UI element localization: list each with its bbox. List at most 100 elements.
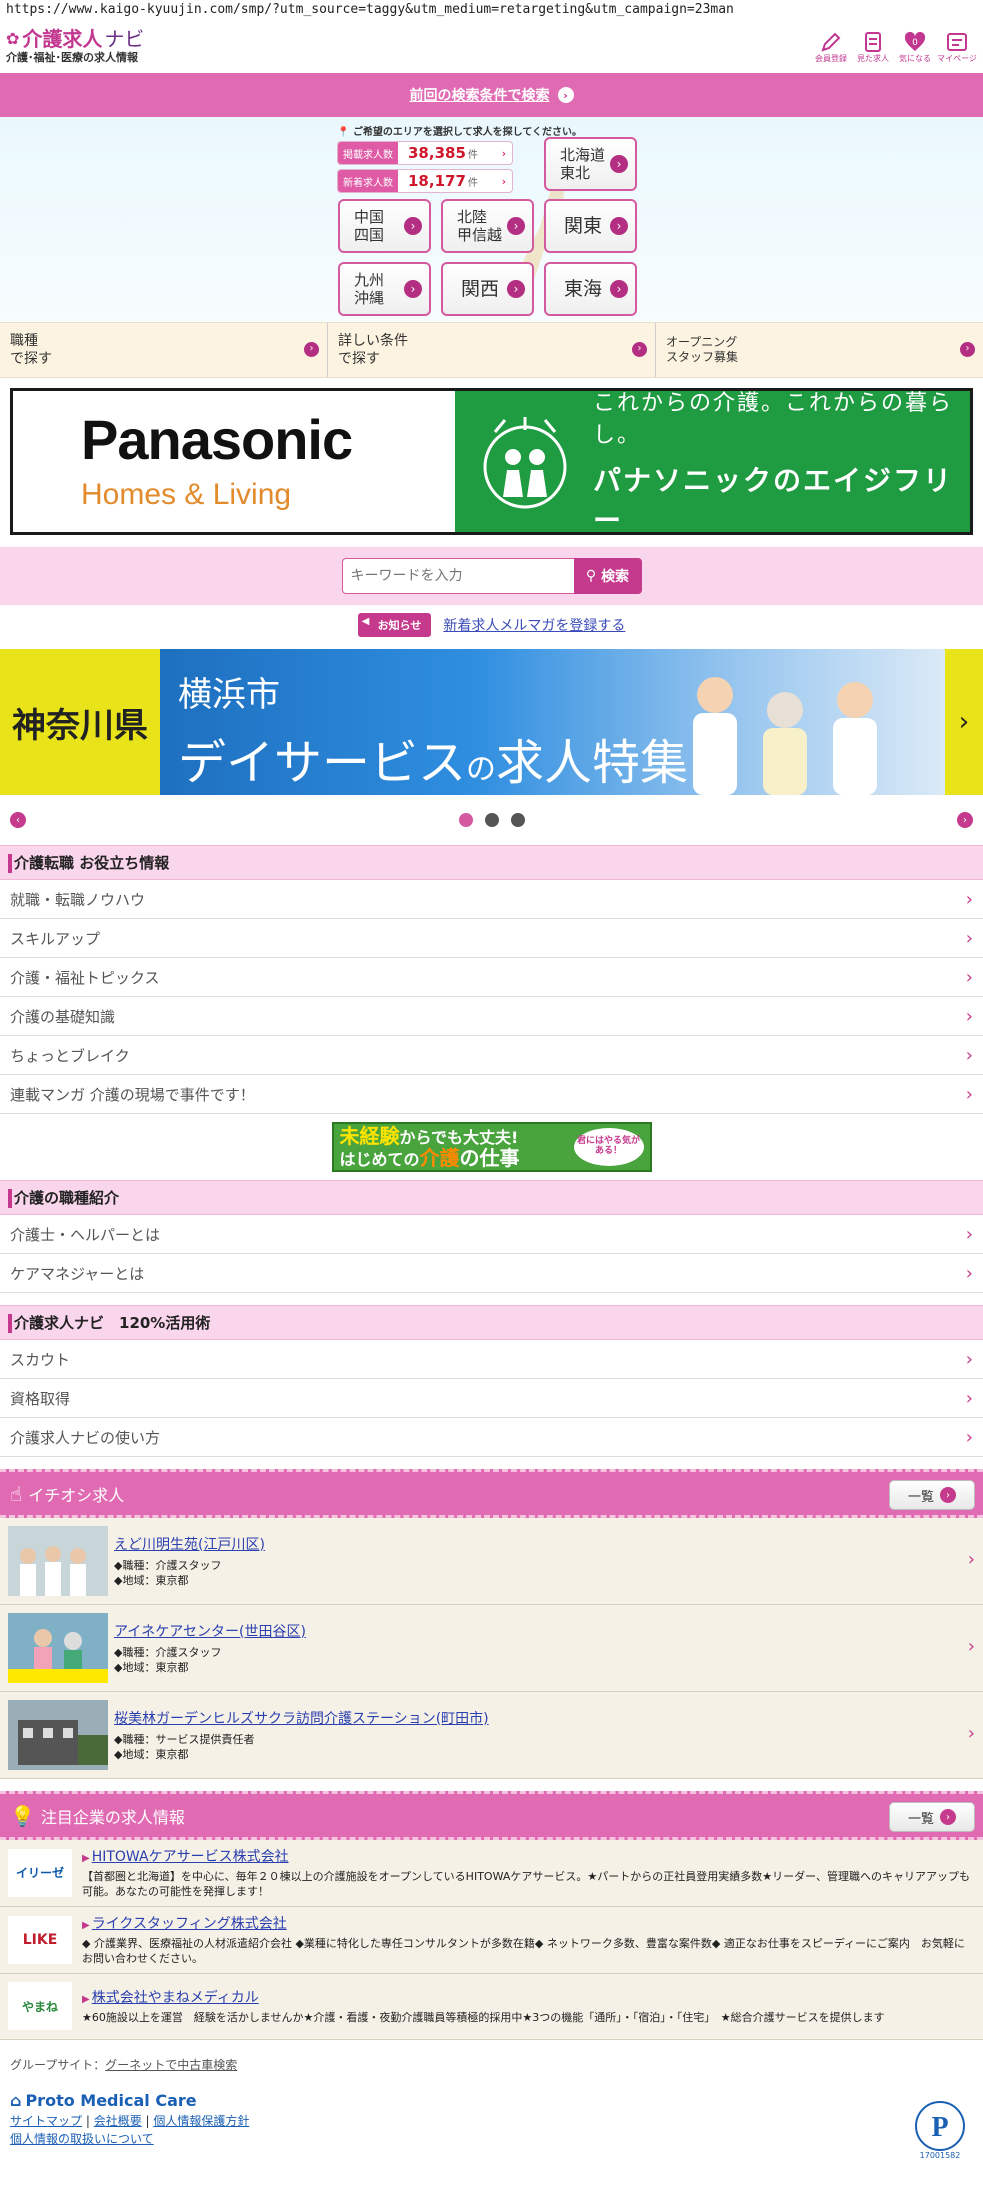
chevron-right-icon: › (965, 888, 973, 910)
privacy-policy-link[interactable]: 個人情報保護方針 (153, 2114, 249, 2128)
age-free-emblem-icon (483, 416, 567, 508)
beginner-banner[interactable]: 未経験からでも大丈夫! はじめての介護の仕事 君にはやる気がある！ (331, 1122, 652, 1172)
region-kyushu-okinawa[interactable]: 九州 沖縄 › (338, 262, 431, 316)
search-opening-staff[interactable]: オープニング スタッフ募集 › (656, 323, 983, 377)
new-jobs-count[interactable]: 新着求人数 18,177 件 › (337, 169, 513, 193)
companies-all-button[interactable]: 一覧 › (889, 1802, 975, 1832)
svg-text:P: P (931, 2112, 948, 2143)
list-item[interactable]: 就職・転職ノウハウ › (0, 880, 983, 919)
job-title-link[interactable]: アイネケアセンター(世田谷区) (114, 1621, 306, 1641)
area-hint: 📍 ご希望のエリアを選択して求人を探してください。 (337, 127, 583, 138)
favorites-button[interactable]: 0 気になる (895, 30, 935, 64)
company-logo: LIKE (8, 1915, 72, 1964)
privacy-handling-link[interactable]: 個人情報の取扱いについて (10, 2132, 154, 2146)
search-by-conditions[interactable]: 詳しい条件 で探す › (328, 323, 656, 377)
region-hokuriku[interactable]: 北陸 甲信越 › (441, 199, 534, 253)
address-bar[interactable]: https://www.kaigo-kyuujin.com/smp/?utm_s… (0, 0, 983, 21)
region-hokkaido-tohoku[interactable]: 北海道 東北 › (544, 137, 637, 191)
chevron-right-icon: › (632, 342, 647, 357)
pointing-hand-icon: ☝ (10, 1481, 23, 1506)
chevron-right-icon: › (965, 1083, 973, 1105)
pencil-icon (821, 32, 841, 52)
job-type: ◆職種：介護スタッフ (114, 1558, 222, 1572)
list-item[interactable]: 介護求人ナビの使い方 › (0, 1418, 983, 1457)
list-item[interactable]: スカウト › (0, 1340, 983, 1379)
list-item[interactable]: 介護の基礎知識 › (0, 997, 983, 1036)
job-type: ◆職種：サービス提供責任者 (114, 1732, 255, 1746)
chevron-right-icon: › (404, 217, 422, 235)
company-description: 【首都圏と北海道】を中心に、毎年２０棟以上の介護施設をオープンしているHITOW… (82, 1870, 970, 1899)
slider-prev-button[interactable]: ‹ (10, 812, 26, 828)
mypage-button[interactable]: マイページ (937, 30, 977, 64)
chevron-right-icon: › (960, 342, 975, 357)
region-kansai[interactable]: 関西 › (441, 262, 534, 316)
search-by-job-type[interactable]: 職種 で探す › (0, 323, 328, 377)
list-item[interactable]: 介護・福祉トピックス › (0, 958, 983, 997)
slider-dot-1[interactable] (458, 813, 473, 827)
slider-title-2: デイサービスの求人特集 (178, 735, 689, 791)
job-card[interactable]: 桜美林ガーデンヒルズサクラ訪問介護ステーション(町田市) ◆職種：サービス提供責… (0, 1692, 983, 1779)
pin-icon: 📍 (337, 127, 350, 138)
search-icon: ⚲ (585, 568, 597, 584)
search-options: 職種 で探す › 詳しい条件 で探す › オープニング スタッフ募集 › (0, 322, 983, 378)
job-type: ◆職種：介護スタッフ (114, 1645, 222, 1659)
slider-banner[interactable]: 横浜市 デイサービスの求人特集 (160, 649, 945, 795)
slider-next-button[interactable]: › (957, 812, 973, 828)
goo-net-link[interactable]: グーネットで中古車検索 (105, 2058, 237, 2072)
listed-jobs-count[interactable]: 掲載求人数 38,385 件 › (337, 141, 513, 165)
list-item[interactable]: ケアマネジャーとは › (0, 1254, 983, 1293)
slider-prefecture: 神奈川県 (0, 649, 160, 795)
tips-list: 就職・転職ノウハウ › スキルアップ › 介護・福祉トピックス › 介護の基礎知識 › … (0, 880, 983, 1114)
company-name-link[interactable]: ライクスタッフィング株式会社 (82, 1913, 975, 1933)
company-link[interactable]: 会社概要 (94, 2114, 142, 2128)
section-title-howto: 介護求人ナビ 120%活用術 (0, 1305, 983, 1340)
newsletter-link[interactable]: 新着求人メルマガを登録する (443, 615, 625, 635)
company-name-link[interactable]: HITOWAケアサービス株式会社 (82, 1846, 975, 1866)
job-card[interactable]: アイネケアセンター(世田谷区) ◆職種：介護スタッフ ◆地域：東京都 › (0, 1605, 983, 1692)
company-description: ◆ 介護業界、医療福祉の人材派遣紹介会社 ◆業種に特化した専任コンサルタントが多… (82, 1936, 965, 1966)
keyword-input[interactable] (341, 558, 574, 594)
list-item[interactable]: 資格取得 › (0, 1379, 983, 1418)
logo-navi: ナビ (104, 27, 145, 51)
list-item[interactable]: 介護士・ヘルパーとは › (0, 1215, 983, 1254)
company-name-link[interactable]: 株式会社やまねメディカル (82, 1987, 885, 2007)
keyword-search-button[interactable]: ⚲ 検索 (573, 558, 642, 594)
list-item[interactable]: 連載マンガ 介護の現場で事件です！ › (0, 1075, 983, 1114)
featured-jobs-all-button[interactable]: 一覧 › (889, 1480, 975, 1510)
job-region: ◆地域：東京都 (114, 1661, 189, 1674)
list-item[interactable]: スキルアップ › (0, 919, 983, 958)
chevron-right-icon: › (610, 280, 628, 298)
site-logo[interactable]: ✿ 介護求人 ナビ 介護･福祉･医療の求人情報 (6, 29, 144, 65)
job-title-link[interactable]: えど川明生苑(江戸川区) (114, 1534, 265, 1554)
slider-dot-2[interactable] (484, 813, 499, 827)
company-card[interactable]: イリーゼ HITOWAケアサービス株式会社 【首都圏と北海道】を中心に、毎年２０… (0, 1840, 983, 1907)
job-photo-icon (8, 1613, 108, 1683)
feature-slider[interactable]: 神奈川県 横浜市 デイサービスの求人特集 › (0, 649, 983, 795)
job-card[interactable]: えど川明生苑(江戸川区) ◆職種：介護スタッフ ◆地域：東京都 › (0, 1518, 983, 1605)
company-card[interactable]: LIKE ライクスタッフィング株式会社 ◆ 介護業界、医療福祉の人材派遣紹介会社… (0, 1906, 983, 1974)
privacy-mark-icon: P 17001582 (915, 2100, 965, 2160)
notice-badge: お知らせ (357, 613, 432, 637)
chevron-right-icon: › (965, 966, 973, 988)
panasonic-tagline-2: パナソニックのエイジフリー (593, 463, 954, 535)
keyword-search: ⚲ 検索 (0, 547, 983, 605)
chevron-right-icon: › (965, 1426, 973, 1448)
region-tokai[interactable]: 東海 › (544, 262, 637, 316)
viewed-jobs-button[interactable]: 見た求人 (853, 30, 893, 64)
company-card[interactable]: やまね 株式会社やまねメディカル ★60施設以上を運営 経験を活かしませんか★介… (0, 1973, 983, 2040)
panasonic-ad-banner[interactable]: Panasonic Homes & Living これからの介護。これからの暮ら… (10, 388, 973, 535)
chevron-right-icon: › (965, 1262, 973, 1284)
list-item[interactable]: ちょっとブレイク › (0, 1036, 983, 1075)
job-region: ◆地域：東京都 (114, 1748, 189, 1761)
slider-dot-3[interactable] (510, 813, 525, 827)
register-button[interactable]: 会員登録 (811, 30, 851, 64)
slider-next-icon[interactable]: › (945, 649, 983, 795)
banner-badge: 君にはやる気がある！ (573, 1128, 644, 1166)
region-kanto[interactable]: 関東 › (544, 199, 637, 253)
region-chugoku-shikoku[interactable]: 中国 四国 › (338, 199, 431, 253)
chevron-right-icon: › (507, 280, 525, 298)
job-title-link[interactable]: 桜美林ガーデンヒルズサクラ訪問介護ステーション(町田市) (114, 1708, 489, 1728)
logo-text: 介護求人 (22, 27, 103, 51)
sitemap-link[interactable]: サイトマップ (10, 2114, 82, 2128)
previous-search-button[interactable]: 前回の検索条件で検索 › (0, 73, 983, 117)
